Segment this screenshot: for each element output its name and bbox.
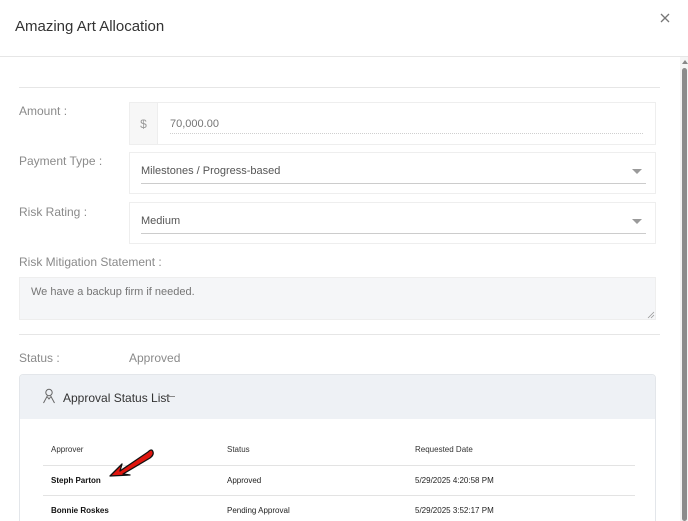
modal-title: Amazing Art Allocation <box>15 18 165 35</box>
section-divider <box>19 87 660 88</box>
close-button[interactable] <box>656 9 674 27</box>
risk-mitigation-label: Risk Mitigation Statement : <box>19 255 162 269</box>
section-divider <box>19 334 660 335</box>
amount-input[interactable] <box>170 115 643 134</box>
requested-date: 5/29/2025 4:20:58 PM <box>415 476 494 485</box>
scrollbar-thumb[interactable] <box>682 68 687 521</box>
chevron-down-icon <box>632 169 642 174</box>
close-icon <box>660 13 670 23</box>
risk-rating-select[interactable]: Medium <box>129 202 656 244</box>
payment-type-select[interactable]: Milestones / Progress-based <box>129 152 656 194</box>
approver-name: Steph Parton <box>51 476 101 485</box>
requested-date: 5/29/2025 3:52:17 PM <box>415 506 494 515</box>
user-icon <box>43 388 55 404</box>
scroll-up-arrow[interactable] <box>682 60 688 64</box>
amount-field: $ <box>129 102 656 145</box>
panel-title: Approval Status List <box>63 391 170 405</box>
column-header-requested-date: Requested Date <box>415 445 473 454</box>
status-label: Status : <box>19 351 60 365</box>
currency-addon: $ <box>130 103 158 144</box>
risk-rating-value: Medium <box>141 214 646 234</box>
panel-header: Approval Status List <box>20 375 655 419</box>
minus-icon[interactable] <box>165 389 177 403</box>
amount-label: Amount : <box>19 104 68 118</box>
annotation-arrow-icon <box>109 449 154 477</box>
modal-header: Amazing Art Allocation <box>0 0 688 57</box>
column-header-approver: Approver <box>51 445 84 454</box>
risk-mitigation-textarea[interactable] <box>19 277 656 320</box>
chevron-down-icon <box>632 219 642 224</box>
approval-status: Approved <box>227 476 262 485</box>
payment-type-value: Milestones / Progress-based <box>141 164 646 184</box>
allocation-modal: Amazing Art Allocation Amount : $ Paymen… <box>0 0 688 521</box>
resize-grip-icon[interactable] <box>647 311 655 319</box>
approval-status: Pending Approval <box>227 506 290 515</box>
column-header-status: Status <box>227 445 250 454</box>
payment-type-label: Payment Type : <box>19 154 103 168</box>
risk-rating-label: Risk Rating : <box>19 205 88 219</box>
status-value: Approved <box>129 351 181 365</box>
row-divider <box>43 495 635 496</box>
approver-name: Bonnie Roskes <box>51 506 109 515</box>
